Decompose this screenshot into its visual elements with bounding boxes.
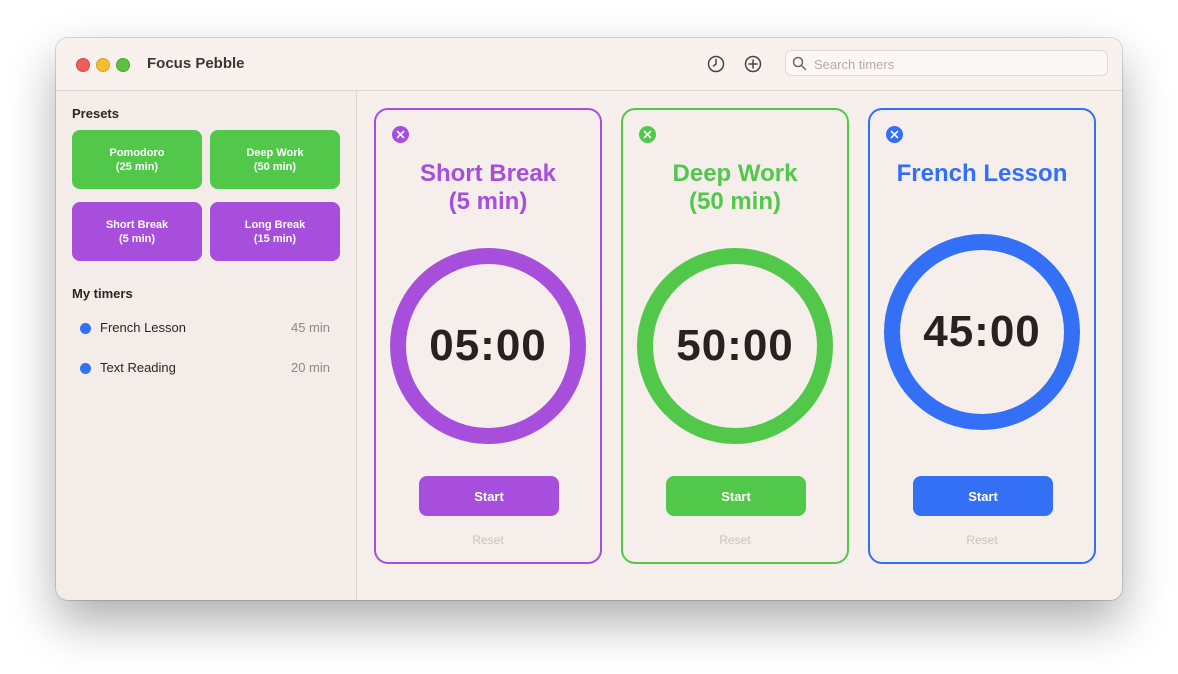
preset-label: Long Break (15 min) bbox=[244, 218, 306, 245]
reset-button[interactable]: Reset bbox=[870, 533, 1094, 547]
start-button[interactable]: Start bbox=[419, 476, 559, 516]
start-button[interactable]: Start bbox=[666, 476, 806, 516]
timer-color-dot bbox=[80, 363, 91, 374]
preset-pomodoro-button[interactable]: Pomodoro (25 min) bbox=[72, 130, 202, 189]
close-icon bbox=[890, 130, 899, 139]
timer-card-french-lesson: French Lesson 45:00 Start Reset bbox=[868, 108, 1096, 564]
timer-card-short-break: Short Break (5 min) 05:00 Start Reset bbox=[374, 108, 602, 564]
preset-label: Short Break (5 min) bbox=[105, 218, 169, 245]
sidebar: Presets Pomodoro (25 min) Deep Work (50 … bbox=[56, 91, 357, 600]
remove-timer-button[interactable] bbox=[639, 126, 656, 143]
plus-circle-icon[interactable] bbox=[743, 54, 763, 74]
app-title: Focus Pebble bbox=[147, 55, 245, 72]
timer-ring: 50:00 bbox=[637, 248, 833, 444]
search-icon bbox=[792, 56, 807, 71]
my-timers-title: My timers bbox=[72, 286, 133, 301]
timer-display: 05:00 bbox=[429, 321, 547, 370]
preset-short-break-button[interactable]: Short Break (5 min) bbox=[72, 202, 202, 261]
list-item-french-lesson[interactable]: French Lesson 45 min bbox=[72, 317, 342, 339]
preset-label: Pomodoro (25 min) bbox=[109, 146, 165, 173]
timer-display: 45:00 bbox=[923, 307, 1041, 356]
timer-card-deep-work: Deep Work (50 min) 50:00 Start Reset bbox=[621, 108, 849, 564]
remove-timer-button[interactable] bbox=[392, 126, 409, 143]
timer-ring: 05:00 bbox=[390, 248, 586, 444]
close-window-button[interactable] bbox=[76, 58, 90, 72]
preset-long-break-button[interactable]: Long Break (15 min) bbox=[210, 202, 340, 261]
timer-cards-area: Short Break (5 min) 05:00 Start Reset De… bbox=[357, 91, 1122, 600]
timer-color-dot bbox=[80, 323, 91, 334]
search-box[interactable] bbox=[785, 50, 1108, 76]
close-icon bbox=[643, 130, 652, 139]
preset-deep-work-button[interactable]: Deep Work (50 min) bbox=[210, 130, 340, 189]
title-bar: Focus Pebble bbox=[56, 38, 1122, 91]
start-button[interactable]: Start bbox=[913, 476, 1053, 516]
timer-ring: 45:00 bbox=[884, 234, 1080, 430]
remove-timer-button[interactable] bbox=[886, 126, 903, 143]
search-input[interactable] bbox=[812, 54, 1101, 74]
app-window: Focus Pebble Presets Pomodoro (25 min) D… bbox=[56, 38, 1122, 600]
timer-title: Deep Work (50 min) bbox=[672, 160, 798, 215]
preset-label: Deep Work (50 min) bbox=[246, 146, 304, 173]
list-item-text-reading[interactable]: Text Reading 20 min bbox=[72, 357, 342, 379]
clock-icon[interactable] bbox=[706, 54, 726, 74]
zoom-window-button[interactable] bbox=[116, 58, 130, 72]
reset-button[interactable]: Reset bbox=[623, 533, 847, 547]
timer-duration: 45 min bbox=[290, 320, 330, 335]
timer-title: Short Break (5 min) bbox=[419, 160, 557, 215]
reset-button[interactable]: Reset bbox=[376, 533, 600, 547]
minimize-window-button[interactable] bbox=[96, 58, 110, 72]
timer-name: French Lesson bbox=[100, 320, 186, 335]
timer-display: 50:00 bbox=[676, 321, 794, 370]
timer-title: French Lesson bbox=[896, 160, 1068, 187]
timer-duration: 20 min bbox=[290, 360, 330, 375]
timer-name: Text Reading bbox=[100, 360, 176, 375]
close-icon bbox=[396, 130, 405, 139]
presets-title: Presets bbox=[72, 106, 119, 121]
